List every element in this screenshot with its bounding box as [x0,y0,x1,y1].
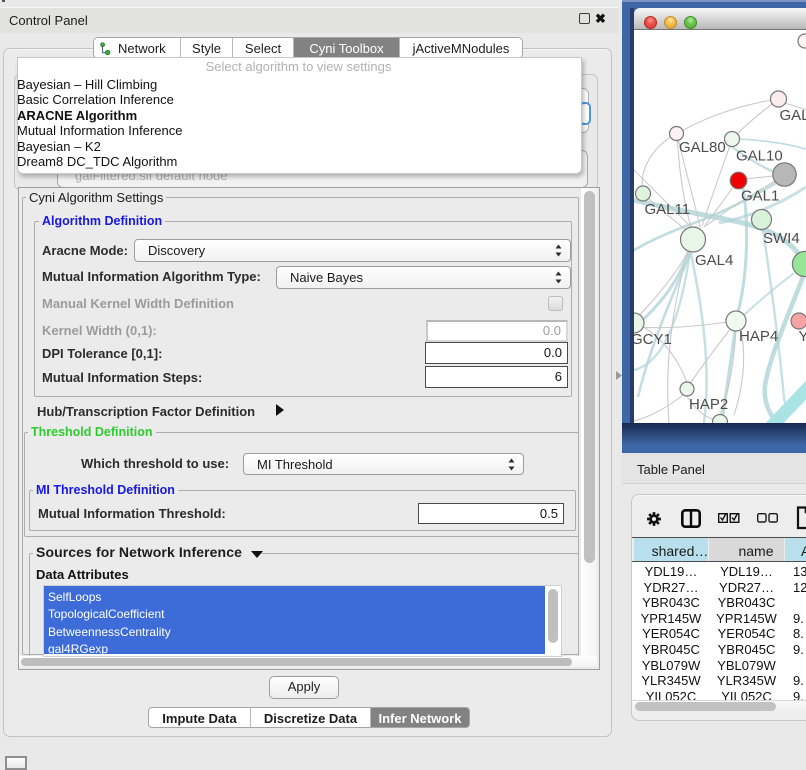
svg-text:HAP4: HAP4 [739,328,778,345]
svg-text:SWI4: SWI4 [763,230,800,247]
svg-text:HAP2: HAP2 [689,396,728,413]
svg-text:GAL80: GAL80 [679,139,726,156]
svg-text:GCY1: GCY1 [634,331,672,348]
svg-text:GAL4: GAL4 [695,252,733,269]
svg-text:GAL11: GAL11 [645,201,691,218]
svg-text:Y: Y [799,328,806,345]
svg-text:GAL2: GAL2 [780,107,806,124]
svg-text:GAL10: GAL10 [736,148,783,165]
svg-text:GAL1: GAL1 [741,188,779,205]
